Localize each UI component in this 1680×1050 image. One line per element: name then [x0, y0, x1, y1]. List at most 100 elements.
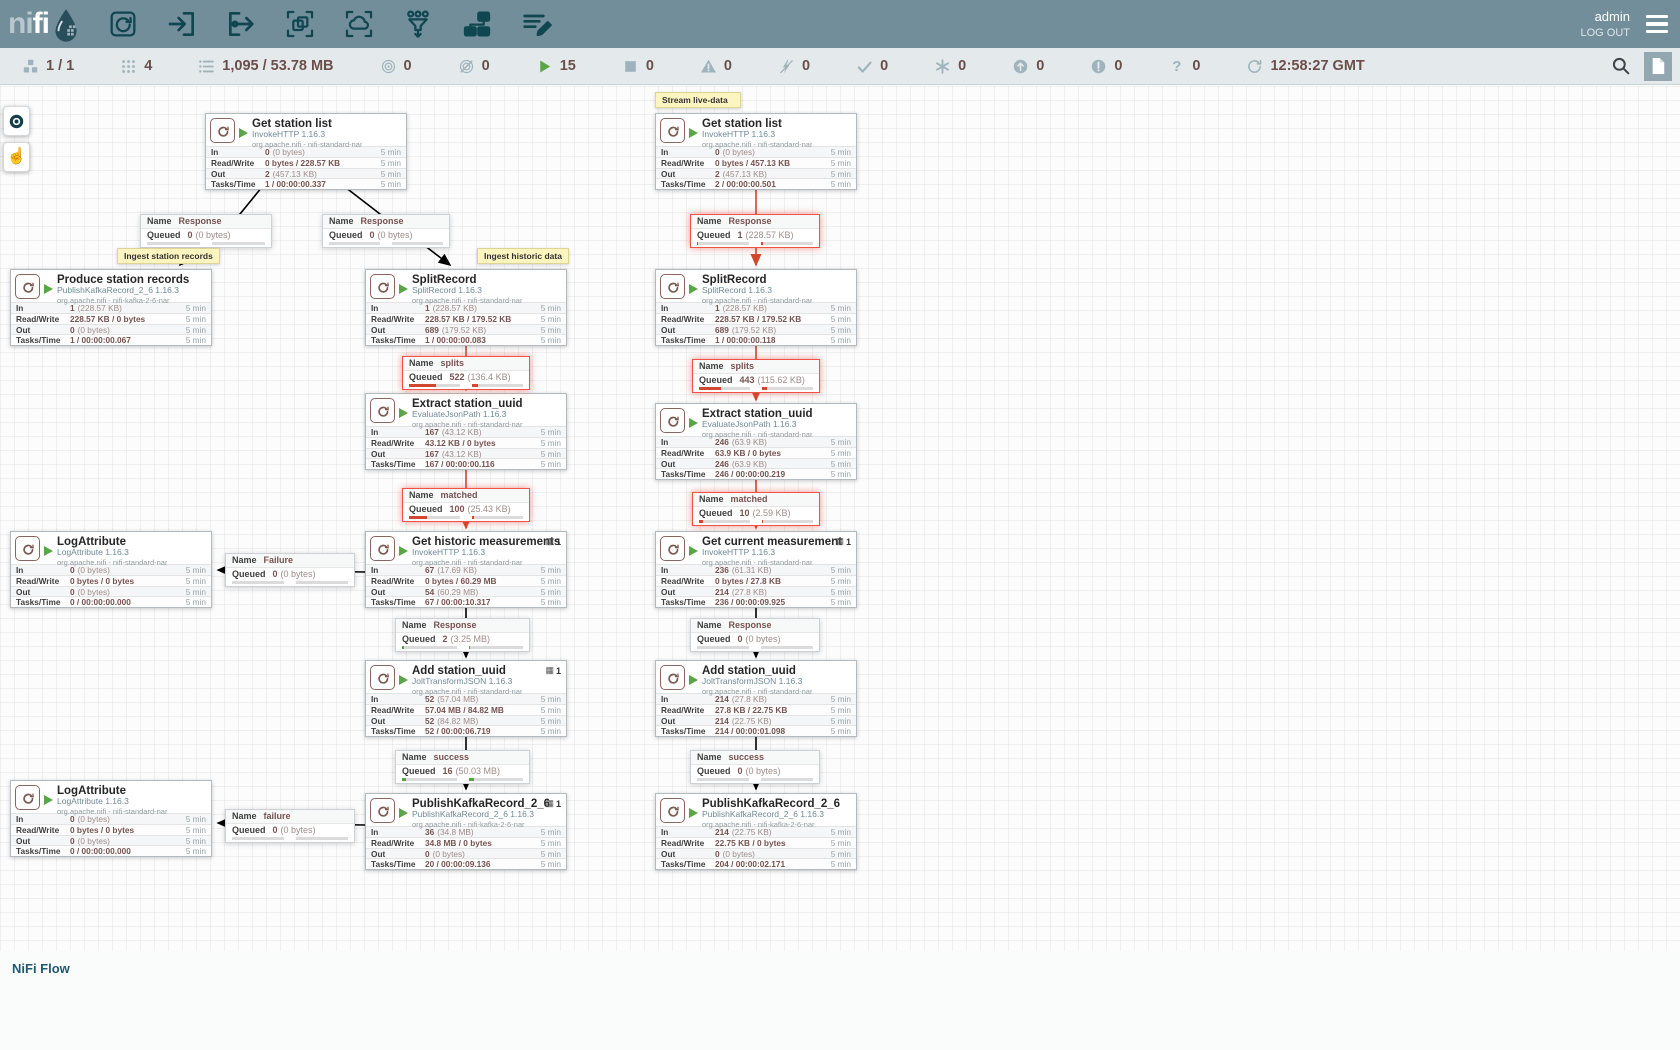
stat-value: 0 / 00:00:00.000	[70, 597, 134, 607]
stat-value: 0 bytes / 60.29 MB	[425, 576, 499, 586]
connection-label[interactable]: Name splits Queued 522 (136.4 KB)	[402, 356, 530, 390]
processor[interactable]: PublishKafkaRecord_2_6 PublishKafkaRecor…	[655, 793, 857, 870]
backpressure-bars	[693, 387, 819, 392]
connection-label[interactable]: Name failure Queued 0 (0 bytes)	[225, 809, 355, 843]
stat-value: 63.9 KB / 0 bytes	[715, 448, 784, 458]
flow-canvas[interactable]: ☝ Get station list InvokeHTTP 1.16.3 org…	[0, 86, 1680, 1050]
label-icon[interactable]	[520, 8, 552, 40]
connection-name: success	[729, 752, 765, 762]
connection-label[interactable]: Name Response Queued 0 (0 bytes)	[690, 618, 820, 652]
backpressure-bars	[226, 837, 354, 842]
stat-label: Tasks/Time	[16, 335, 70, 345]
processor-stat-row: Tasks/Time 246 / 00:00:00.219 5 min	[656, 468, 856, 479]
connection-label[interactable]: Name matched Queued 10 (2.59 KB)	[692, 492, 820, 526]
active-threads-badge: ▦1	[545, 798, 561, 809]
processor-stat-row: Out 0(0 bytes) 5 min	[366, 848, 566, 859]
processor[interactable]: Get historic measurements InvokeHTTP 1.1…	[365, 531, 567, 608]
processor[interactable]: LogAttribute LogAttribute 1.16.3 org.apa…	[10, 780, 212, 857]
connection-label[interactable]: Name Failure Queued 0 (0 bytes)	[225, 553, 355, 587]
template-icon[interactable]	[461, 8, 493, 40]
processor[interactable]: SplitRecord SplitRecord 1.16.3 org.apach…	[655, 269, 857, 346]
backpressure-count-bar	[147, 242, 200, 245]
search-icon[interactable]	[1608, 53, 1634, 79]
input-port-icon[interactable]	[166, 8, 198, 40]
processor-bundle: org.apache.nifi - nifi-standard-nar	[702, 296, 812, 305]
status-item: 0	[622, 58, 654, 75]
status-items: 1 / 141,095 / 53.78 MB00150000000?012:58…	[22, 58, 1365, 75]
processor-type: SplitRecord 1.16.3	[702, 286, 812, 296]
status-value: 4	[144, 58, 152, 74]
flow-label[interactable]: Stream live-data	[655, 92, 741, 108]
stat-window: 5 min	[186, 825, 206, 835]
connection-name: splits	[731, 361, 755, 371]
output-port-icon[interactable]	[225, 8, 257, 40]
connection-label[interactable]: Name success Queued 16 (50.03 MB)	[395, 750, 530, 784]
processor-bundle: org.apache.nifi - nifi-kafka-2-6-nar	[702, 820, 840, 829]
stat-value: 52(84.82 MB)	[425, 716, 478, 726]
processor-stat-row: Tasks/Time 1 / 00:00:00.067 5 min	[11, 334, 211, 345]
processor-type: InvokeHTTP 1.16.3	[412, 548, 560, 558]
processor[interactable]: SplitRecord SplitRecord 1.16.3 org.apach…	[365, 269, 567, 346]
run-status-icon	[689, 281, 698, 299]
connection-label[interactable]: Name Response Queued 0 (0 bytes)	[322, 214, 450, 248]
processor-icon[interactable]	[107, 8, 139, 40]
status-item: 0	[700, 58, 732, 75]
global-menu-icon[interactable]	[1644, 13, 1670, 36]
stat-value: 52 / 00:00:06.719	[425, 726, 494, 736]
stat-label: Tasks/Time	[661, 726, 715, 736]
stat-value: 27.8 KB / 22.75 KB	[715, 705, 790, 715]
stat-value: 57.04 MB / 84.82 MB	[425, 705, 507, 715]
queued-items-icon	[198, 58, 215, 75]
connection-label[interactable]: Name Response Queued 2 (3.25 MB)	[395, 618, 530, 652]
breadcrumb[interactable]: NiFi Flow	[12, 961, 70, 976]
process-group-icon[interactable]	[284, 8, 316, 40]
processor[interactable]: Get station list InvokeHTTP 1.16.3 org.a…	[655, 113, 857, 190]
stat-label: Out	[371, 325, 425, 335]
processor[interactable]: Add station_uuid JoltTransformJSON 1.16.…	[655, 660, 857, 737]
processor-type-icon	[370, 665, 395, 690]
stat-value: 0(0 bytes)	[70, 836, 110, 846]
connection-label[interactable]: Name matched Queued 100 (25.43 KB)	[402, 488, 530, 522]
stat-value: 167 / 00:00:00.116	[425, 459, 498, 469]
connection-label[interactable]: Name Response Queued 0 (0 bytes)	[140, 214, 272, 248]
backpressure-size-bar	[761, 242, 813, 245]
connection-queued-size: (136.4 KB)	[468, 372, 511, 382]
logout-link[interactable]: LOG OUT	[1580, 27, 1630, 39]
processor-type-icon	[210, 118, 235, 143]
processor[interactable]: Extract station_uuid EvaluateJsonPath 1.…	[365, 393, 567, 470]
remote-process-group-icon[interactable]	[343, 8, 375, 40]
processor[interactable]: Extract station_uuid EvaluateJsonPath 1.…	[655, 403, 857, 480]
stat-window: 5 min	[541, 314, 561, 324]
connection-label[interactable]: Name splits Queued 443 (115.62 KB)	[692, 359, 820, 393]
stat-window: 5 min	[831, 158, 851, 168]
backpressure-size-bar	[212, 242, 265, 245]
stat-label: Tasks/Time	[661, 179, 715, 189]
stat-label: Read/Write	[661, 576, 715, 586]
bulletin-panel-toggle[interactable]	[1644, 52, 1672, 81]
funnel-icon[interactable]	[402, 8, 434, 40]
run-status-icon	[44, 792, 53, 810]
stat-window: 5 min	[831, 597, 851, 607]
processor[interactable]: Produce station records PublishKafkaReco…	[10, 269, 212, 346]
processor[interactable]: Add station_uuid JoltTransformJSON 1.16.…	[365, 660, 567, 737]
connection-queued-size: (50.03 MB)	[456, 766, 501, 776]
stat-window: 5 min	[186, 335, 206, 345]
backpressure-size-bar	[762, 520, 813, 523]
backpressure-bars	[691, 646, 819, 651]
connection-label[interactable]: Name success Queued 0 (0 bytes)	[690, 750, 820, 784]
connection-label[interactable]: Name Response Queued 1 (228.57 KB)	[690, 214, 820, 248]
processor[interactable]: Get current measurement InvokeHTTP 1.16.…	[655, 531, 857, 608]
stat-value: 1 / 00:00:00.337	[265, 179, 329, 189]
operate-palette-button[interactable]: ☝	[3, 142, 30, 172]
processor[interactable]: PublishKafkaRecord_2_6 PublishKafkaRecor…	[365, 793, 567, 870]
stat-window: 5 min	[186, 314, 206, 324]
flow-label[interactable]: Ingest historic data	[477, 248, 569, 264]
processor[interactable]: Get station list InvokeHTTP 1.16.3 org.a…	[205, 113, 407, 190]
stat-value: 1 / 00:00:00.083	[425, 335, 489, 345]
processor[interactable]: LogAttribute LogAttribute 1.16.3 org.apa…	[10, 531, 212, 608]
stat-label: Tasks/Time	[211, 179, 265, 189]
flow-label[interactable]: Ingest station records	[117, 248, 220, 264]
connection-name: success	[434, 752, 470, 762]
stat-label: Tasks/Time	[661, 469, 715, 479]
navigate-palette-button[interactable]	[3, 106, 30, 136]
